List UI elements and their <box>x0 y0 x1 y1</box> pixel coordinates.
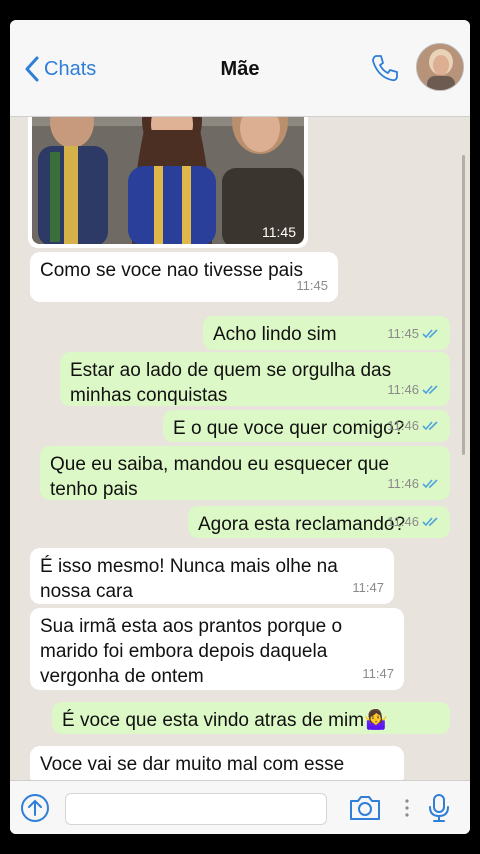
attach-button[interactable] <box>20 793 50 828</box>
message-meta: 11:46 <box>387 509 440 534</box>
more-dots-icon[interactable] <box>404 797 410 824</box>
message-time: 11:45 <box>387 326 419 341</box>
message-meta: 11:46 <box>387 471 440 496</box>
message-text: tenho pais <box>50 479 138 500</box>
message-text: nossa cara <box>40 581 133 602</box>
upload-icon <box>21 794 49 822</box>
message-meta: 11:46 <box>387 377 440 402</box>
read-receipt-icon <box>422 384 438 394</box>
incoming-message[interactable]: Sua irmã esta aos prantos porque o marid… <box>30 608 404 690</box>
photo-time: 11:45 <box>262 224 296 240</box>
chat-header: Chats Mãe <box>10 20 470 117</box>
message-text: Voce vai se dar muito mal com esse <box>40 754 345 775</box>
message-text: marido foi embora depois daquela <box>40 641 328 662</box>
read-receipt-icon <box>422 328 438 338</box>
incoming-message[interactable]: É isso mesmo! Nunca mais olhe na nossa c… <box>30 548 394 604</box>
message-text: Estar ao lado de quem se orgulha das <box>70 360 392 381</box>
message-input[interactable] <box>65 793 327 825</box>
message-text: Sua irmã esta aos prantos porque o <box>40 616 343 637</box>
message-meta: 11:46 <box>387 413 440 438</box>
message-list[interactable]: 11:45 Como se voce nao tivesse pais 11:4… <box>10 20 470 786</box>
message-time: 11:46 <box>387 418 419 433</box>
message-meta: 11:45 <box>387 321 440 346</box>
read-receipt-icon <box>422 516 438 526</box>
message-time: 11:47 <box>352 580 384 595</box>
outgoing-message[interactable]: Acho lindo sim 11:45 <box>203 316 450 350</box>
outgoing-message[interactable]: E o que voce quer comigo? 11:46 <box>163 410 450 442</box>
contact-name[interactable]: Mãe <box>10 58 470 81</box>
message-text: minhas conquistas <box>70 385 228 406</box>
scrollbar[interactable] <box>462 155 465 455</box>
message-time: 11:46 <box>387 382 419 397</box>
camera-button[interactable] <box>348 795 382 826</box>
call-button[interactable] <box>370 53 400 88</box>
contact-photo <box>417 44 463 90</box>
message-time: 11:46 <box>387 514 419 529</box>
camera-icon <box>350 796 380 820</box>
microphone-icon <box>429 794 449 822</box>
chat-screen: 11:45 Como se voce nao tivesse pais 11:4… <box>10 20 470 834</box>
message-text: É isso mesmo! Nunca mais olhe na <box>40 556 338 577</box>
read-receipt-icon <box>422 420 438 430</box>
vertical-dots-icon <box>405 799 409 817</box>
message-text: vergonha de ontem <box>40 666 204 687</box>
microphone-button[interactable] <box>428 793 450 828</box>
outgoing-message[interactable]: Estar ao lado de quem se orgulha das min… <box>60 352 450 406</box>
outgoing-message[interactable]: É voce que esta vindo atras de mim🤷‍♀️ <box>52 702 450 734</box>
message-time: 11:47 <box>362 666 394 681</box>
phone-icon <box>372 55 398 82</box>
outgoing-message[interactable]: Que eu saiba, mandou eu esquecer que ten… <box>40 446 450 500</box>
message-time: 11:45 <box>296 278 328 293</box>
message-text: Que eu saiba, mandou eu esquecer que <box>50 454 390 475</box>
message-input-bar <box>10 780 470 834</box>
outgoing-message[interactable]: Agora esta reclamando? 11:46 <box>188 506 450 538</box>
message-text: É voce que esta vindo atras de mim🤷‍♀️ <box>62 710 388 731</box>
message-time: 11:46 <box>387 476 419 491</box>
incoming-message[interactable]: Como se voce nao tivesse pais 11:45 <box>30 252 338 302</box>
avatar[interactable] <box>416 43 464 91</box>
message-text: Como se voce nao tivesse pais <box>40 260 303 281</box>
read-receipt-icon <box>422 478 438 488</box>
